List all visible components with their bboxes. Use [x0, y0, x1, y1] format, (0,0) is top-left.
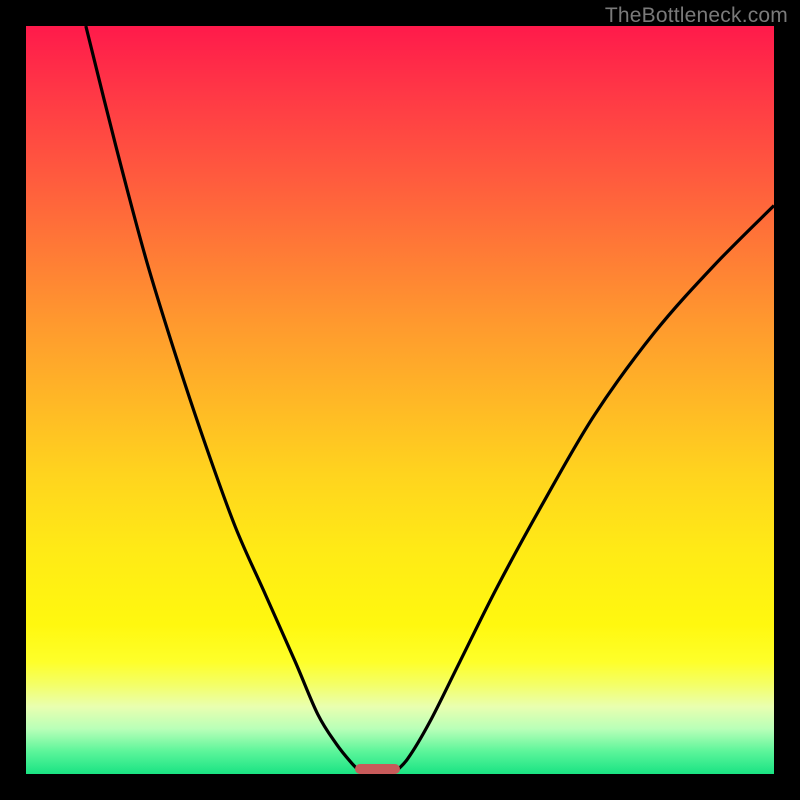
baseline-marker: [355, 764, 400, 774]
curve-left-branch: [86, 26, 363, 774]
curve-right-branch: [393, 206, 774, 774]
watermark-text: TheBottleneck.com: [605, 4, 788, 28]
plot-area: [26, 26, 774, 774]
chart-frame: TheBottleneck.com: [0, 0, 800, 800]
bottleneck-curve: [26, 26, 774, 774]
